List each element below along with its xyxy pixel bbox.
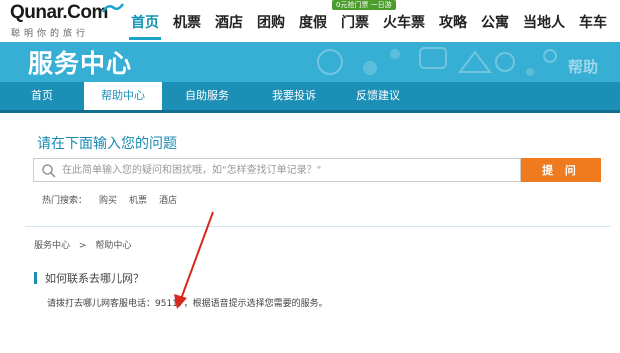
- logo-tagline: 聪明你的旅行: [11, 29, 90, 39]
- nav-item-7[interactable]: 攻略: [432, 8, 474, 34]
- service-tabs: 首页 帮助中心 自助服务 我要投诉 反馈建议: [0, 82, 620, 113]
- main-nav: 首页机票酒店团购度假门票火车票攻略公寓当地人车车游: [124, 8, 620, 40]
- banner-decoration-icons: 帮助: [317, 47, 598, 76]
- search-input[interactable]: [62, 159, 512, 181]
- search-heading: 请在下面输入您的问题: [37, 136, 177, 152]
- breadcrumb-current[interactable]: 帮助中心: [95, 241, 131, 251]
- hot-search-link-purchase[interactable]: 购买: [99, 193, 117, 206]
- faq-question: 如何联系去哪儿网？: [34, 270, 144, 286]
- qunar-logo[interactable]: Qunar.Com 聪明你的旅行: [10, 2, 124, 39]
- tab-4[interactable]: 反馈建议: [336, 82, 420, 110]
- search-box[interactable]: [33, 158, 521, 182]
- nav-item-1[interactable]: 机票: [166, 8, 208, 34]
- nav-item-5[interactable]: 门票: [334, 8, 376, 34]
- question-accent-bar: [34, 272, 37, 284]
- nav-item-2[interactable]: 酒店: [208, 8, 250, 34]
- faq-answer: 请拨打去哪儿网客服电话：95117，根据语音提示选择您需要的服务。: [47, 299, 328, 309]
- nav-item-3[interactable]: 团购: [250, 8, 292, 34]
- service-center-banner: 服务中心 帮助: [0, 42, 620, 82]
- tab-3[interactable]: 我要投诉: [252, 82, 336, 110]
- hot-searches: 热门搜索： 购买 机票 酒店: [42, 193, 177, 206]
- hot-search-label: 热门搜索：: [42, 196, 88, 206]
- logo-text: Qunar.Com: [10, 2, 108, 23]
- nav-item-10[interactable]: 车车: [572, 8, 614, 34]
- tab-0[interactable]: 首页: [0, 82, 84, 110]
- ask-question-button[interactable]: 提 问: [521, 158, 601, 182]
- top-navigation-bar: Qunar.Com 聪明你的旅行 0元抢门票 一日游 首页 机票 酒店 团购 度假 门票火…: [0, 0, 620, 42]
- nav-item-6[interactable]: 火车票: [376, 8, 432, 34]
- banner-watermark-text: 帮助: [568, 58, 598, 76]
- nav-item-8[interactable]: 公寓: [474, 8, 516, 34]
- section-divider: [25, 226, 611, 227]
- question-text: 如何联系去哪儿网？: [45, 272, 144, 285]
- breadcrumb-home[interactable]: 服务中心: [34, 241, 70, 251]
- nav-item-11[interactable]: 游: [614, 8, 620, 34]
- camel-logo-icon: [102, 3, 124, 13]
- nav-item-4[interactable]: 度假: [292, 8, 334, 34]
- breadcrumb-separator: >: [78, 241, 87, 251]
- nav-item-9[interactable]: 当地人: [516, 8, 572, 34]
- search-icon: [42, 164, 56, 178]
- breadcrumb: 服务中心 > 帮助中心: [34, 238, 131, 251]
- tab-2[interactable]: 自助服务: [162, 82, 252, 110]
- nav-item-0[interactable]: 首页: [124, 8, 166, 40]
- hot-search-link-hotels[interactable]: 酒店: [159, 193, 177, 206]
- banner-title: 服务中心: [28, 49, 133, 78]
- hot-search-link-flights[interactable]: 机票: [129, 193, 147, 206]
- tab-1[interactable]: 帮助中心: [84, 82, 162, 110]
